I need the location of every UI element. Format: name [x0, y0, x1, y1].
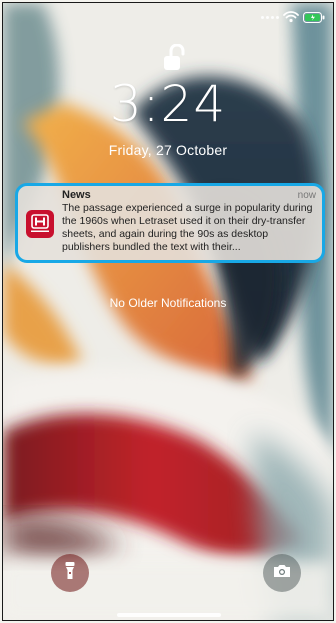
notification-body: News now The passage experienced a surge… [62, 186, 322, 254]
news-notification[interactable]: News now The passage experienced a surge… [15, 183, 325, 263]
lock-date: Friday, 27 October [108, 142, 228, 158]
notification-app-name: News [62, 189, 91, 201]
battery-icon [303, 11, 325, 23]
signal-icon [261, 15, 279, 19]
no-older-notifications: No Older Notifications [109, 296, 227, 310]
flashlight-icon [64, 561, 76, 586]
camera-icon [272, 563, 292, 584]
honda-logo-icon [26, 210, 54, 238]
camera-button[interactable] [263, 554, 301, 592]
notification-time: now [297, 190, 316, 201]
lock-clock: 3:24 [109, 75, 227, 133]
lock-screen: 3:24 Friday, 27 October News now The pas… [2, 2, 334, 621]
wifi-icon [283, 11, 299, 23]
notification-text: The passage experienced a surge in popul… [62, 202, 313, 253]
status-bar [261, 11, 325, 23]
unlocked-padlock-icon [163, 43, 185, 72]
home-indicator[interactable] [117, 613, 221, 617]
flashlight-button[interactable] [51, 554, 89, 592]
